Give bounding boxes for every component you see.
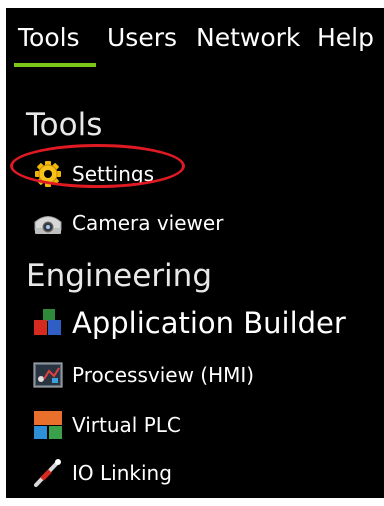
tab-users[interactable]: Users <box>107 22 177 54</box>
menu-item-processview[interactable]: Processview (HMI) <box>32 358 254 392</box>
plc-icon <box>34 411 62 439</box>
menu-item-label: Application Builder <box>72 306 346 340</box>
menu-item-label: Processview (HMI) <box>72 363 255 387</box>
menu-item-settings[interactable]: Settings <box>32 157 154 191</box>
app-menu-panel: Tools Users Network Help Tools Settings <box>6 8 384 498</box>
blocks-icon <box>34 309 61 335</box>
menu-item-virtual-plc[interactable]: Virtual PLC <box>32 408 181 442</box>
hmi-icon <box>33 362 63 388</box>
menu-item-camera-viewer[interactable]: Camera viewer <box>32 206 223 240</box>
camera-icon <box>34 216 62 234</box>
io-link-icon <box>34 459 61 487</box>
menu-item-label: Virtual PLC <box>72 413 181 437</box>
menu-item-label: Camera viewer <box>72 211 224 235</box>
gear-icon <box>35 161 61 187</box>
menu-item-label: IO Linking <box>72 461 172 485</box>
menu-item-application-builder[interactable]: Application Builder <box>32 306 346 340</box>
active-tab-indicator <box>14 63 96 67</box>
section-heading-tools: Tools <box>26 107 103 143</box>
menu-item-io-linking[interactable]: IO Linking <box>32 456 172 490</box>
top-nav: Tools Users Network Help <box>6 8 384 68</box>
tab-tools[interactable]: Tools <box>18 22 80 54</box>
menu-item-label: Settings <box>72 162 155 186</box>
tab-network[interactable]: Network <box>196 22 300 54</box>
section-heading-engineering: Engineering <box>26 258 212 294</box>
tab-help[interactable]: Help <box>317 22 374 54</box>
